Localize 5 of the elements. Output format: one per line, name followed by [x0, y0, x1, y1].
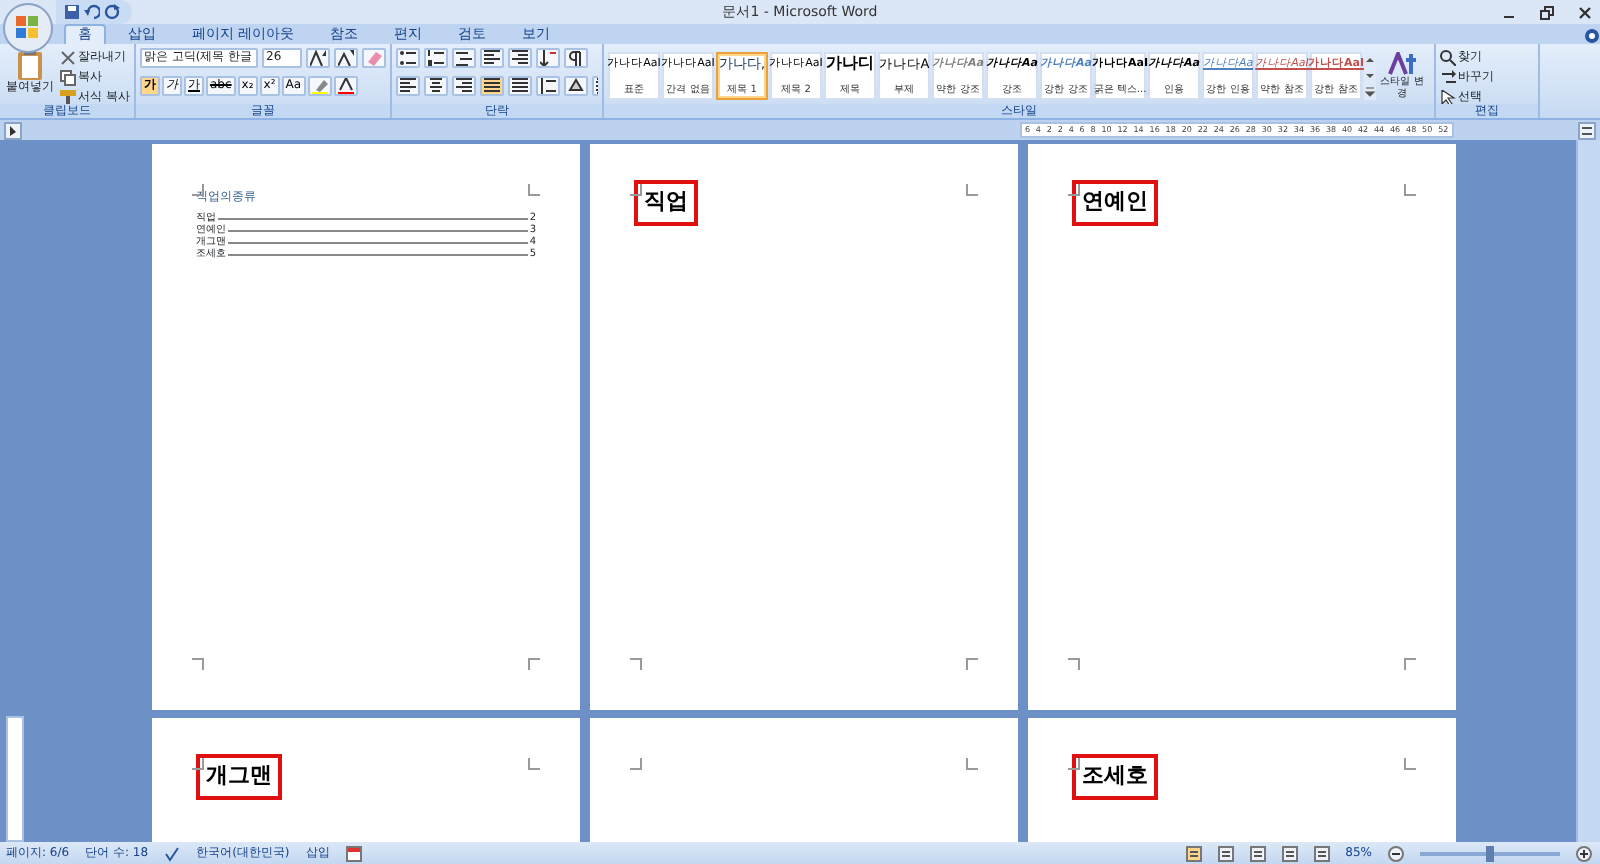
heading-text: 연예인: [1072, 180, 1158, 225]
heading-text: 직업: [634, 180, 698, 225]
heading-text: 조세호: [1072, 754, 1158, 799]
style-preview: 가나디: [826, 56, 874, 72]
heading-text: 개그맨: [196, 754, 282, 799]
